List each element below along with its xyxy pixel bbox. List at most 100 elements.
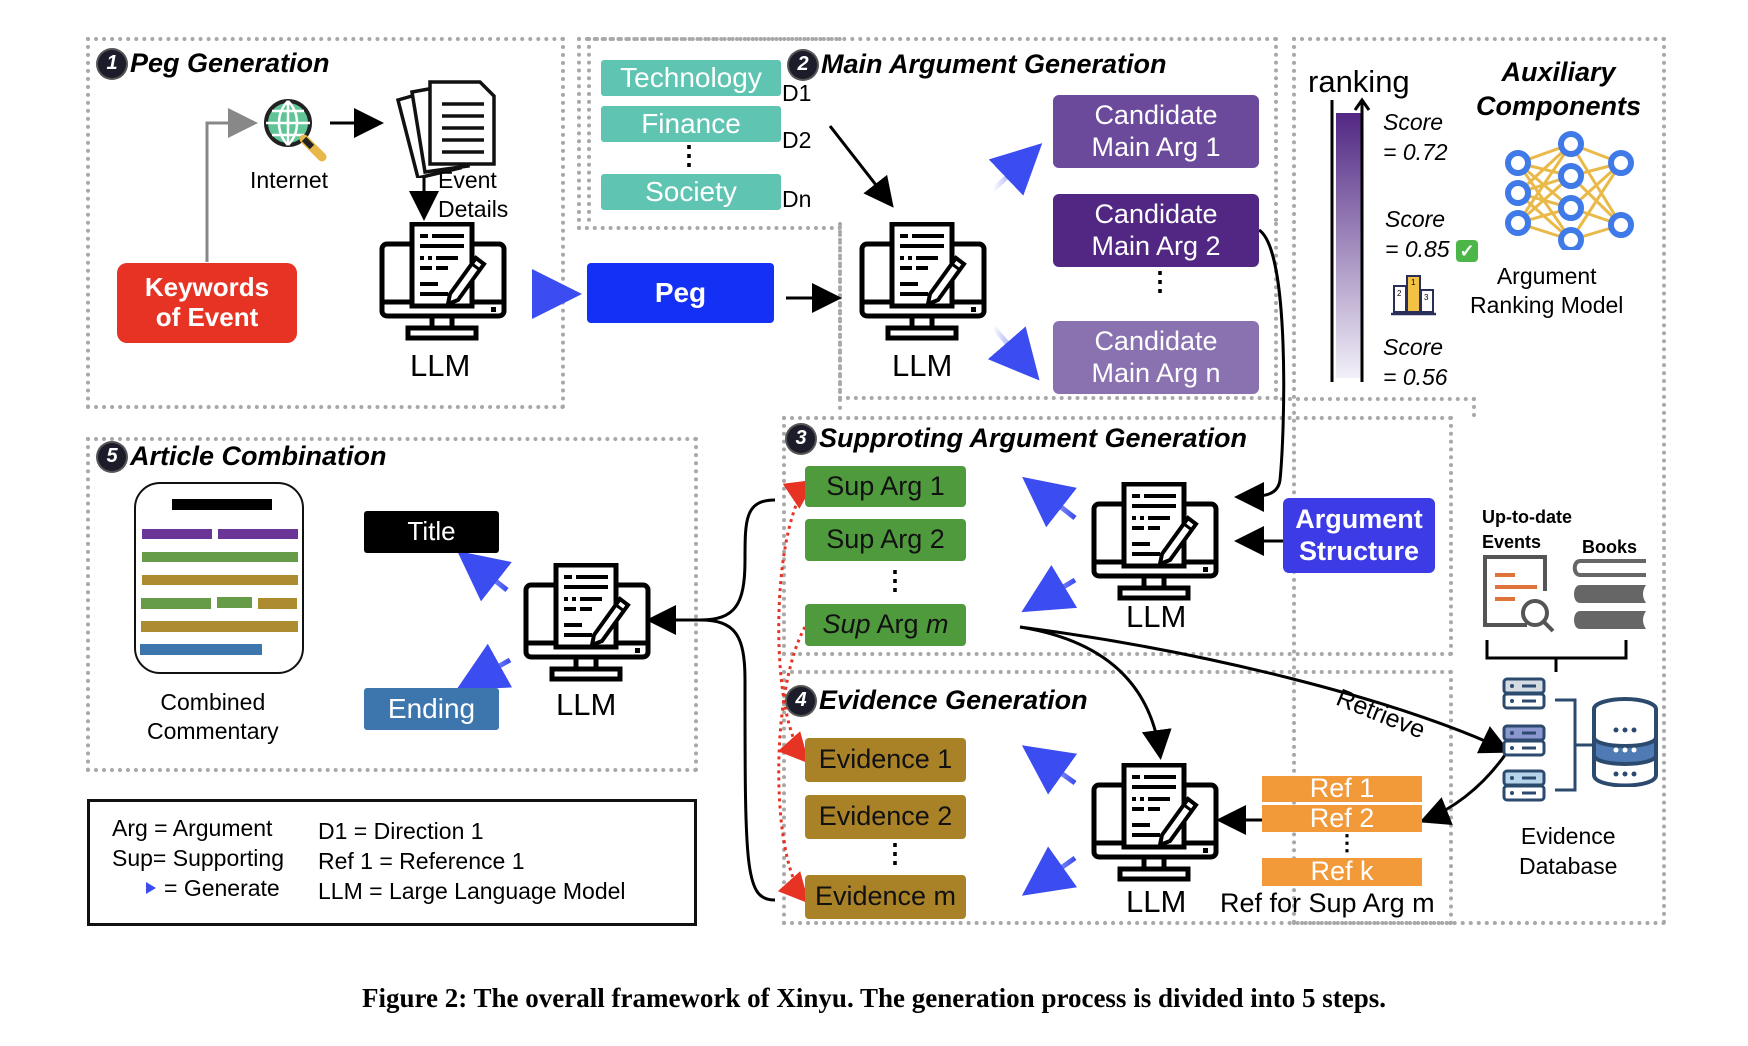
score-label: Score [1383, 334, 1444, 360]
candidate-main-arg-2: Candidate Main Arg 2 [1053, 194, 1259, 267]
legend-item-text: = Generate [164, 875, 280, 901]
evidence-database-label: Evidence Database [1519, 822, 1617, 882]
ref-2: Ref 2 [1262, 803, 1422, 833]
sections-to-llm5-brace [699, 498, 776, 902]
llm-monitor-glyph [379, 221, 507, 341]
structure-label: Argument Structure [1295, 504, 1423, 566]
llm-monitor-icon-2 [858, 221, 988, 342]
section-1-title: 1 Peg Generation [98, 48, 330, 79]
evidence-label: Evidence 1 [818, 744, 953, 775]
evidence-m: Evidence m [805, 875, 966, 919]
directions-ellipsis: ⋮ [676, 140, 702, 170]
direction-label: Finance [641, 107, 741, 139]
doc-bar-gold-a [142, 575, 298, 585]
structure-line1: Argument [1295, 504, 1423, 535]
score-2: Score = 0.85 ✓ [1385, 205, 1478, 265]
candidate-line1: Candidate [1094, 326, 1218, 357]
section-title-text: Supproting Argument Generation [819, 423, 1247, 453]
legend-col-2: D1 = Direction 1 Ref 1 = Reference 1 LLM… [318, 816, 626, 906]
section-2-title: 2 Main Argument Generation [789, 49, 1167, 80]
step-number-badge: 3 [787, 424, 815, 453]
score-value: = 0.85 [1385, 235, 1450, 262]
candidate-main-arg-n: Candidate Main Arg n [1053, 321, 1259, 394]
evidence-2: Evidence 2 [805, 795, 966, 839]
doc-title-bar [172, 499, 272, 510]
doc-bar-blue [140, 644, 262, 655]
llm-monitor-glyph [1091, 762, 1219, 882]
model-label-line1: Argument [1496, 263, 1597, 289]
section-3-outer-frame [1280, 397, 1476, 417]
direction-tag-dn: Dn [782, 186, 812, 212]
candidate-label: Candidate Main Arg n [1091, 326, 1220, 388]
step-number-badge: 4 [787, 686, 815, 715]
candidate-line2: Main Arg 1 [1091, 131, 1221, 162]
commentary-line1: Combined [160, 689, 266, 715]
section-title-text: Evidence Generation [819, 685, 1088, 715]
candidate-label: Candidate Main Arg 2 [1091, 199, 1220, 261]
direction-society: Society [601, 174, 781, 210]
ranking-label: ranking [1308, 64, 1410, 99]
score-1: Score = 0.72 [1383, 108, 1448, 168]
llm-monitor-glyph [523, 562, 651, 682]
sup-arg-label: Sup Arg m [822, 609, 948, 640]
structure-line2: Structure [1298, 535, 1420, 566]
events-search-icon [1481, 553, 1556, 636]
direction-technology: Technology [601, 60, 781, 96]
server-rack-icon [1502, 677, 1547, 802]
llm-label-3: LLM [1126, 599, 1187, 634]
sup-arg-label: Sup Arg 2 [826, 524, 945, 555]
legend-item: LLM = Large Language Model [318, 878, 626, 904]
events-line1: Up-to-date [1482, 507, 1572, 527]
figure-caption: Figure 2: The overall framework of Xinyu… [362, 983, 1386, 1013]
events-line2: Events [1482, 532, 1542, 553]
step-number-badge: 5 [98, 442, 126, 471]
sup-arg-m: Sup Arg m [805, 604, 966, 646]
candidate-label: Candidate Main Arg 1 [1091, 100, 1220, 162]
evidence-label: Evidence 2 [818, 801, 953, 832]
peg-label: Peg [654, 276, 707, 308]
section-title-text: Main Argument Generation [821, 49, 1167, 79]
llm-label-2: LLM [892, 348, 953, 383]
score-value: = 0.72 [1383, 138, 1448, 165]
sup-arg-label: Sup Arg 1 [826, 470, 945, 501]
score-label: Score [1383, 109, 1444, 135]
peg-box: Peg [587, 263, 774, 323]
database-cylinder-icon [1590, 697, 1660, 788]
internet-label: Internet [250, 167, 328, 193]
doc-bar-gold-b [258, 598, 297, 609]
event-details-label: Event Details [438, 166, 518, 224]
legend-item: Sup= Supporting [112, 845, 284, 871]
section-title-text: Peg Generation [130, 48, 330, 78]
evidence-label: Evidence m [814, 881, 957, 912]
candidate-line1: Candidate [1094, 199, 1218, 230]
sup-arg-2: Sup Arg 2 [805, 519, 966, 561]
combined-commentary-document-icon [134, 482, 304, 674]
section-3-title: 3 Supproting Argument Generation [787, 423, 1247, 454]
doc-bar-green-a [142, 552, 298, 562]
step-number-badge: 1 [98, 49, 126, 78]
llm-label-4: LLM [1126, 884, 1187, 919]
legend-col-1: Arg = Argument Sup= Supporting = Generat… [112, 813, 284, 903]
keywords-label: Keywords of Event [144, 272, 270, 332]
svg-text:1: 1 [1411, 278, 1416, 287]
llm-monitor-glyph [1091, 481, 1219, 601]
legend-item: Arg = Argument [112, 815, 273, 841]
llm-monitor-icon-4 [1090, 762, 1220, 883]
step-number-badge: 2 [789, 50, 817, 79]
svg-text:3: 3 [1424, 293, 1429, 302]
section-4-title: 4 Evidence Generation [787, 685, 1088, 716]
score-3: Score = 0.56 [1383, 333, 1448, 393]
doc-bar-purple-b [218, 529, 298, 539]
internet-search-icon [260, 95, 330, 165]
refs-caption: Ref for Sup Arg m [1220, 888, 1435, 918]
model-label-line2: Ranking Model [1470, 291, 1624, 318]
commentary-line2: Commentary [147, 717, 279, 744]
sup-suffix: m [926, 609, 949, 640]
podium-icon: 213 [1390, 272, 1438, 317]
keywords-of-event-box: Keywords of Event [117, 263, 297, 343]
refs-ellipsis: ⋮ [1336, 830, 1358, 855]
sup-args-ellipsis: ⋮ [882, 565, 908, 595]
ending-box: Ending [364, 688, 499, 730]
check-icon: ✓ [1455, 239, 1478, 262]
argument-structure-box: Argument Structure [1283, 498, 1435, 573]
